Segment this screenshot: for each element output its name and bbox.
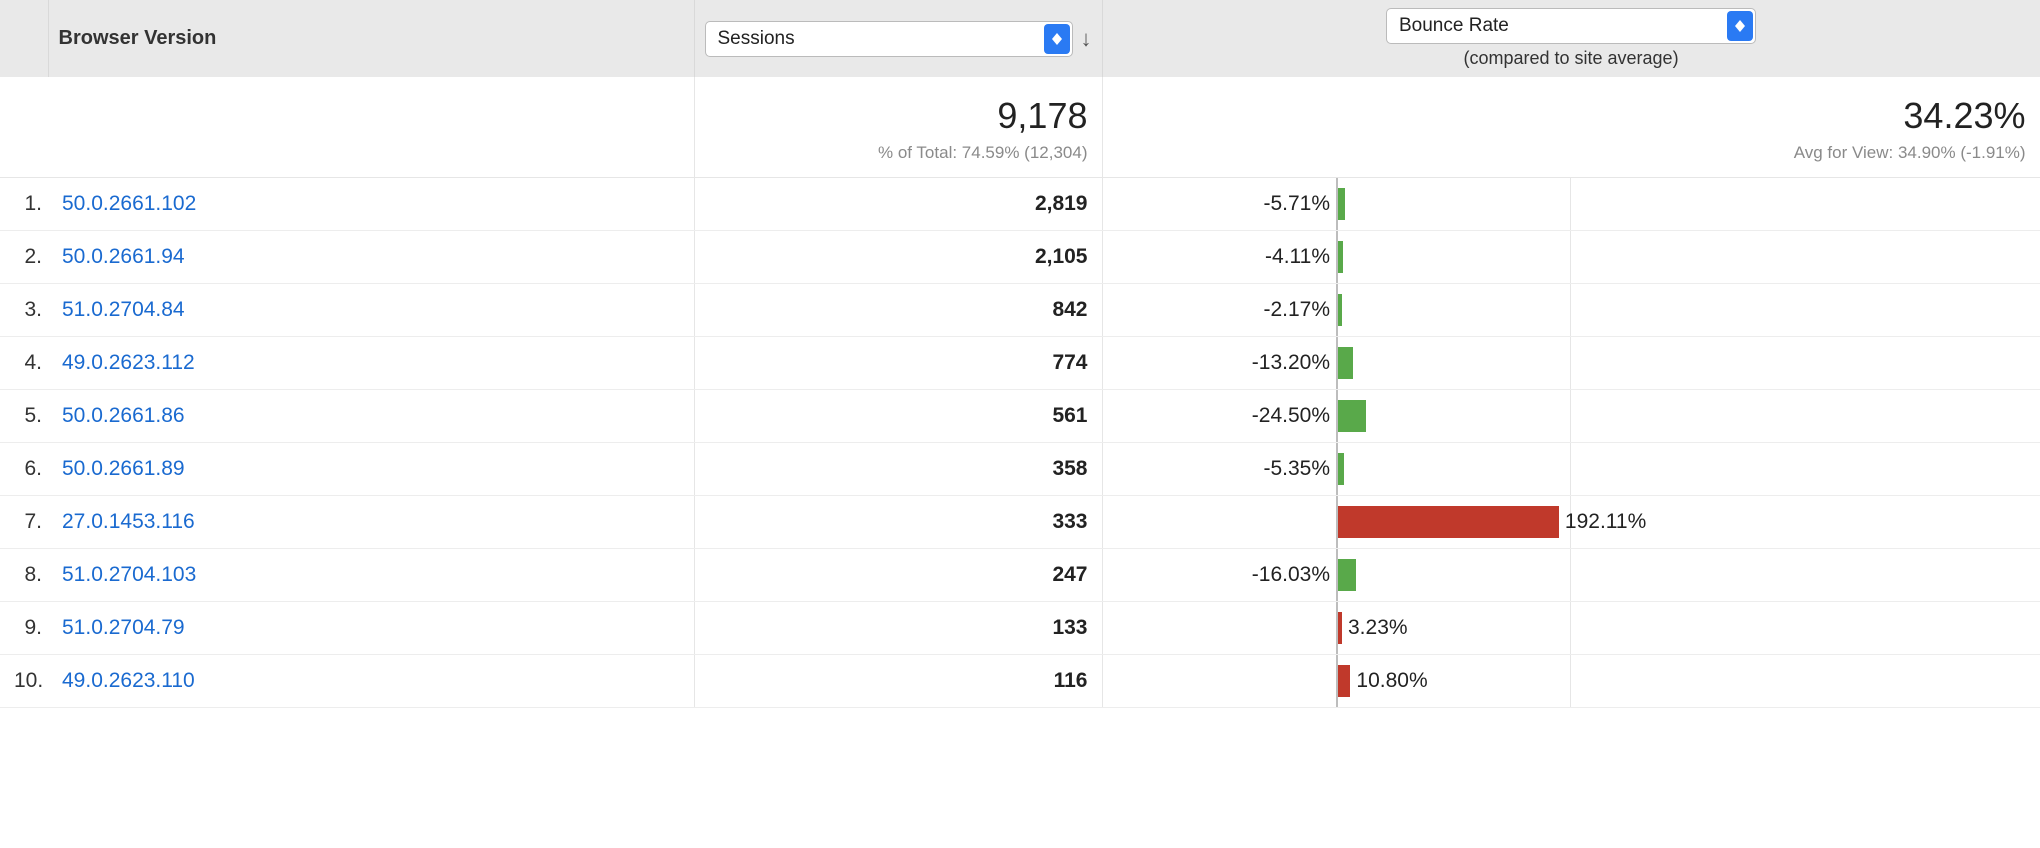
dimension-header[interactable]: Browser Version xyxy=(48,0,694,77)
sessions-value: 133 xyxy=(694,602,1102,655)
bounce-rate-metric-select[interactable]: Bounce Rate xyxy=(1386,8,1756,44)
browser-version-link[interactable]: 50.0.2661.86 xyxy=(62,404,185,427)
table-row: 5. 50.0.2661.86 561-24.50% xyxy=(0,390,2040,443)
bounce-delta-bar xyxy=(1336,549,1570,602)
bounce-delta-value xyxy=(1102,655,1336,708)
browser-version-link[interactable]: 51.0.2704.103 xyxy=(62,563,196,586)
bounce-delta-bar: 3.23% xyxy=(1336,602,1570,655)
negative-bar xyxy=(1338,241,1343,273)
sessions-value: 2,819 xyxy=(694,178,1102,231)
browser-version-link[interactable]: 49.0.2623.112 xyxy=(62,351,195,374)
sort-descending-icon[interactable]: ↓ xyxy=(1081,28,1092,50)
bounce-delta-value: -16.03% xyxy=(1102,549,1336,602)
negative-bar xyxy=(1338,559,1356,591)
bounce-delta-bar: 10.80% xyxy=(1336,655,1570,708)
sessions-value: 842 xyxy=(694,284,1102,337)
negative-bar xyxy=(1338,400,1366,432)
row-number: 10. xyxy=(0,655,48,708)
row-number: 2. xyxy=(0,231,48,284)
sessions-value: 561 xyxy=(694,390,1102,443)
bounce-delta-bar: 192.11% xyxy=(1336,496,1570,549)
browser-version-link[interactable]: 49.0.2623.110 xyxy=(62,669,195,692)
bounce-delta-value: 192.11% xyxy=(1565,510,1646,534)
positive-bar xyxy=(1338,506,1559,538)
browser-version-link[interactable]: 27.0.1453.116 xyxy=(62,510,195,533)
table-row: 10. 49.0.2623.110 116 10.80% xyxy=(0,655,2040,708)
table-row: 9. 51.0.2704.79 133 3.23% xyxy=(0,602,2040,655)
row-number: 1. xyxy=(0,178,48,231)
table-row: 8. 51.0.2704.103 247-16.03% xyxy=(0,549,2040,602)
select-arrows-icon xyxy=(1044,24,1070,54)
negative-bar xyxy=(1338,347,1353,379)
bounce-delta-bar xyxy=(1336,337,1570,390)
bounce-rate-total: 34.23% xyxy=(1117,95,2026,137)
browser-version-link[interactable]: 50.0.2661.94 xyxy=(62,245,185,268)
browser-version-report-table: Browser Version Sessions ↓ Bo xyxy=(0,0,2040,708)
table-row: 1. 50.0.2661.102 2,819-5.71% xyxy=(0,178,2040,231)
table-row: 3. 51.0.2704.84 842-2.17% xyxy=(0,284,2040,337)
sessions-value: 247 xyxy=(694,549,1102,602)
row-number: 8. xyxy=(0,549,48,602)
bounce-delta-value xyxy=(1102,496,1336,549)
bounce-delta-bar xyxy=(1336,390,1570,443)
row-number: 6. xyxy=(0,443,48,496)
row-number: 4. xyxy=(0,337,48,390)
bounce-delta-value: -2.17% xyxy=(1102,284,1336,337)
bounce-rate-metric-select-label: Bounce Rate xyxy=(1399,15,1509,37)
row-number: 9. xyxy=(0,602,48,655)
select-arrows-icon xyxy=(1727,11,1753,41)
table-row: 7. 27.0.1453.116 333 192.11% xyxy=(0,496,2040,549)
table-row: 4. 49.0.2623.112 774-13.20% xyxy=(0,337,2040,390)
positive-bar xyxy=(1338,612,1342,644)
sessions-total: 9,178 xyxy=(709,95,1088,137)
bounce-delta-bar xyxy=(1336,178,1570,231)
sessions-value: 116 xyxy=(694,655,1102,708)
browser-version-link[interactable]: 51.0.2704.79 xyxy=(62,616,185,639)
bounce-delta-bar xyxy=(1336,231,1570,284)
browser-version-link[interactable]: 50.0.2661.102 xyxy=(62,192,196,215)
bounce-delta-value: -24.50% xyxy=(1102,390,1336,443)
sessions-metric-select[interactable]: Sessions xyxy=(705,21,1073,57)
browser-version-link[interactable]: 51.0.2704.84 xyxy=(62,298,185,321)
row-number: 5. xyxy=(0,390,48,443)
positive-bar xyxy=(1338,665,1350,697)
bounce-rate-total-sub: Avg for View: 34.90% (-1.91%) xyxy=(1117,143,2026,163)
negative-bar xyxy=(1338,294,1342,326)
row-number: 3. xyxy=(0,284,48,337)
table-row: 6. 50.0.2661.89 358-5.35% xyxy=(0,443,2040,496)
sessions-value: 2,105 xyxy=(694,231,1102,284)
row-number: 7. xyxy=(0,496,48,549)
bounce-delta-value: 10.80% xyxy=(1356,669,1427,693)
sessions-value: 358 xyxy=(694,443,1102,496)
bounce-delta-bar xyxy=(1336,284,1570,337)
sessions-total-sub: % of Total: 74.59% (12,304) xyxy=(709,143,1088,163)
bounce-delta-value: -13.20% xyxy=(1102,337,1336,390)
bounce-delta-value: -5.71% xyxy=(1102,178,1336,231)
bounce-delta-value: -4.11% xyxy=(1102,231,1336,284)
sessions-value: 333 xyxy=(694,496,1102,549)
negative-bar xyxy=(1338,453,1344,485)
sessions-value: 774 xyxy=(694,337,1102,390)
bounce-delta-value: 3.23% xyxy=(1348,616,1408,640)
browser-version-link[interactable]: 50.0.2661.89 xyxy=(62,457,185,480)
bounce-delta-bar xyxy=(1336,443,1570,496)
bounce-delta-value: -5.35% xyxy=(1102,443,1336,496)
comparison-subtitle: (compared to site average) xyxy=(1113,48,2030,69)
negative-bar xyxy=(1338,188,1345,220)
sessions-metric-select-label: Sessions xyxy=(718,28,795,50)
bounce-delta-value xyxy=(1102,602,1336,655)
table-row: 2. 50.0.2661.94 2,105-4.11% xyxy=(0,231,2040,284)
